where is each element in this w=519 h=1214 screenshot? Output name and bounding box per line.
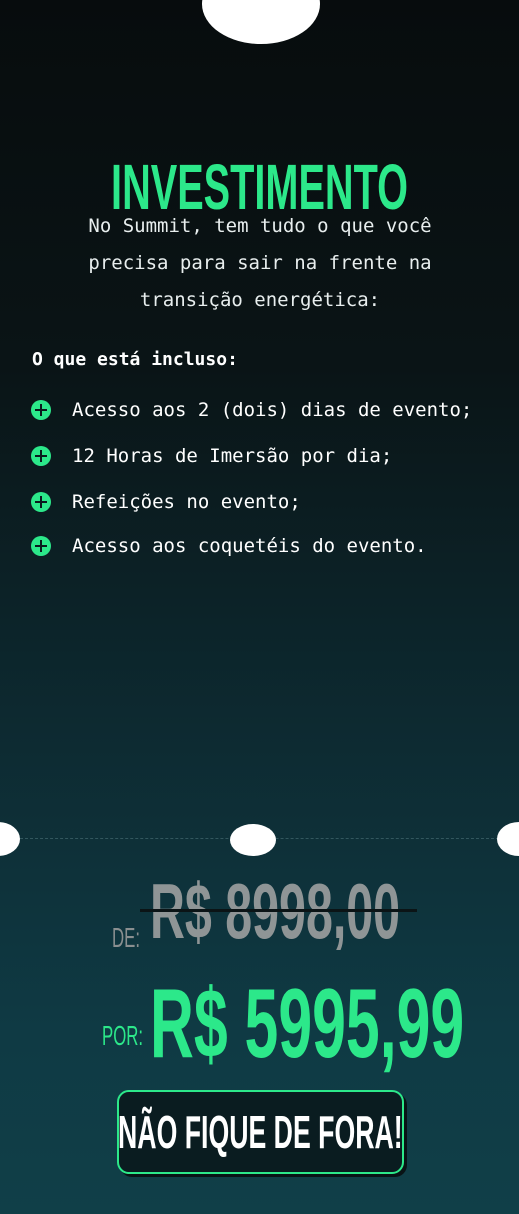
- list-item-text: Acesso aos 2 (dois) dias de evento;: [72, 399, 473, 421]
- cta-button[interactable]: NÃO FIQUE DE FORA!: [117, 1090, 404, 1174]
- old-price-strikethrough: [140, 909, 417, 912]
- list-item-text: Acesso aos coquetéis do evento.: [72, 535, 427, 557]
- ticket-left-hole: [0, 822, 20, 856]
- new-price: R$ 5995,99: [150, 968, 465, 1078]
- new-price-prefix: POR:: [102, 1020, 144, 1051]
- plus-circle-icon: [31, 492, 51, 512]
- included-label: O que está incluso:: [32, 349, 238, 370]
- intro-text: No Summit, tem tudo o que você precisa p…: [88, 215, 432, 311]
- list-item: Refeições no evento;: [30, 486, 490, 518]
- list-item-text: 12 Horas de Imersão por dia;: [72, 445, 393, 467]
- ticket-right-hole: [497, 822, 519, 856]
- plus-circle-icon: [31, 536, 51, 556]
- plus-circle-icon: [31, 400, 51, 420]
- list-item: Acesso aos coquetéis do evento.: [30, 530, 490, 562]
- ticket-center-hole: [230, 824, 276, 856]
- investment-ticket-card: INVESTIMENTO No Summit, tem tudo o que v…: [0, 0, 519, 1214]
- list-item-text: Refeições no evento;: [72, 491, 301, 513]
- list-item: Acesso aos 2 (dois) dias de evento;: [30, 394, 490, 426]
- cta-button-label: NÃO FIQUE DE FORA!: [118, 1106, 403, 1158]
- included-list: Acesso aos 2 (dois) dias de evento; 12 H…: [30, 394, 490, 562]
- list-item: 12 Horas de Imersão por dia;: [30, 440, 490, 472]
- plus-circle-icon: [31, 446, 51, 466]
- old-price-prefix: DE:: [112, 922, 141, 953]
- ticket-top-notch: [202, 0, 320, 44]
